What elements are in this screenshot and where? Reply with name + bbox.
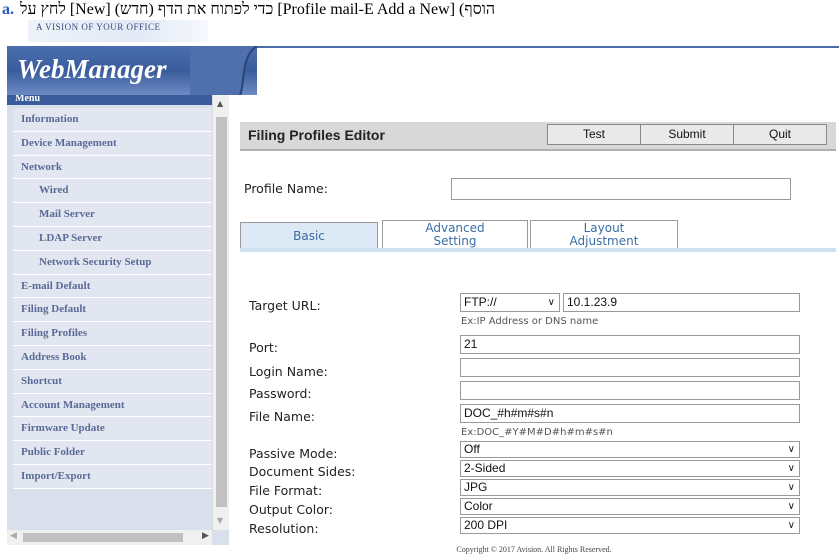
- sidebar-item-ldap-server[interactable]: LDAP Server: [13, 226, 212, 251]
- chevron-down-icon: ∨: [787, 444, 795, 455]
- output-color-label: Output Color:: [249, 502, 334, 517]
- sidebar-vertical-scrollbar[interactable]: ▲ ▼: [212, 95, 230, 530]
- sidebar-item-filing-profiles[interactable]: Filing Profiles: [13, 322, 212, 346]
- chevron-down-icon: ∨: [787, 520, 795, 531]
- banner-right: [257, 46, 839, 97]
- file-name-hint: Ex:DOC_#Y#M#D#h#m#s#n: [461, 427, 613, 438]
- port-label: Port:: [249, 340, 278, 355]
- quit-button[interactable]: Quit: [733, 124, 827, 145]
- sidebar-item-import-export[interactable]: Import/Export: [13, 464, 212, 489]
- protocol-select[interactable]: FTP://∨: [460, 293, 560, 312]
- menu-header: Menu: [7, 95, 220, 105]
- file-format-label: File Format:: [249, 483, 323, 498]
- sidebar-item-account-management[interactable]: Account Management: [13, 393, 212, 418]
- chevron-down-icon: ∨: [787, 482, 795, 493]
- document-sides-select[interactable]: 2-Sided ∨: [460, 460, 800, 477]
- password-label: Password:: [249, 386, 312, 401]
- passive-mode-label: Passive Mode:: [249, 446, 338, 461]
- sidebar-item-information[interactable]: Information: [13, 108, 212, 132]
- file-name-label: File Name:: [249, 409, 315, 424]
- output-color-select[interactable]: Color ∨: [460, 498, 800, 515]
- tab-basic[interactable]: Basic: [240, 222, 378, 248]
- resolution-label: Resolution:: [249, 521, 319, 536]
- target-url-input[interactable]: 10.1.23.9: [563, 293, 800, 312]
- scroll-thumb-h[interactable]: [23, 533, 183, 542]
- copyright-footer: Copyright © 2017 Avision. All Rights Res…: [229, 545, 839, 554]
- sidebar-item-network[interactable]: Network: [13, 155, 212, 180]
- tab-strip-underline: [240, 248, 836, 252]
- sidebar-menu: Information Device Management Network Wired…: [7, 108, 212, 489]
- tab-layout-adjustment[interactable]: Layout Adjustment: [530, 220, 678, 248]
- sidebar-item-firmware-update[interactable]: Firmware Update: [13, 417, 212, 442]
- scroll-up-icon[interactable]: ▲: [217, 99, 223, 108]
- resolution-select[interactable]: 200 DPI ∨: [460, 517, 800, 534]
- sidebar-item-mail-server[interactable]: Mail Server: [13, 203, 212, 227]
- tab-advanced-setting[interactable]: Advanced Setting: [382, 220, 528, 248]
- passive-mode-select[interactable]: Off ∨: [460, 441, 800, 458]
- password-input[interactable]: [460, 381, 800, 400]
- submit-button[interactable]: Submit: [640, 124, 734, 145]
- file-name-input[interactable]: DOC_#h#m#s#n: [460, 404, 800, 423]
- header-banner: A VISION OF YOUR OFFICE WebManager: [0, 20, 839, 97]
- document-sides-label: Document Sides:: [249, 464, 356, 479]
- scroll-right-icon[interactable]: ▶: [202, 531, 209, 541]
- profile-name-input[interactable]: [451, 178, 791, 200]
- sidebar-item-wired[interactable]: Wired: [13, 179, 212, 204]
- instruction-text: לחץ על [New] (חדש) כדי לפתוח את הדף [Pro…: [20, 1, 496, 18]
- sidebar-item-public-folder[interactable]: Public Folder: [13, 441, 212, 465]
- scroll-thumb[interactable]: [216, 117, 227, 507]
- scroll-left-icon[interactable]: ◀: [10, 531, 17, 541]
- app-title: WebManager: [17, 54, 167, 84]
- chevron-down-icon: ∨: [787, 501, 795, 512]
- sidebar-item-e-mail-default[interactable]: E-mail Default: [13, 274, 212, 299]
- profile-name-label: Profile Name:: [244, 181, 328, 196]
- brand-slogan: A VISION OF YOUR OFFICE: [36, 22, 161, 32]
- test-button[interactable]: Test: [547, 124, 641, 145]
- banner-swoosh: [190, 46, 258, 95]
- port-input[interactable]: 21: [460, 335, 800, 354]
- scroll-down-icon[interactable]: ▼: [217, 516, 223, 525]
- chevron-down-icon: ∨: [787, 463, 795, 474]
- sidebar-item-filing-default[interactable]: Filing Default: [13, 298, 212, 323]
- instruction-caption: a. לחץ על [New] (חדש) כדי לפתוח את הדף [P…: [0, 0, 839, 20]
- sidebar-item-shortcut[interactable]: Shortcut: [13, 369, 212, 394]
- sidebar-item-network-security-setup[interactable]: Network Security Setup: [13, 250, 212, 275]
- sidebar-horizontal-scrollbar[interactable]: ◀ ▶: [7, 530, 212, 545]
- target-url-label: Target URL:: [249, 298, 321, 313]
- sidebar-item-address-book[interactable]: Address Book: [13, 345, 212, 370]
- file-format-select[interactable]: JPG ∨: [460, 479, 800, 496]
- chevron-down-icon: ∨: [547, 297, 555, 308]
- editor-title: Filing Profiles Editor: [248, 127, 385, 143]
- login-name-label: Login Name:: [249, 364, 328, 379]
- target-url-hint: Ex:IP Address or DNS name: [461, 316, 599, 327]
- step-marker: a.: [2, 1, 14, 18]
- sidebar-item-device-management[interactable]: Device Management: [13, 131, 212, 156]
- login-name-input[interactable]: [460, 358, 800, 377]
